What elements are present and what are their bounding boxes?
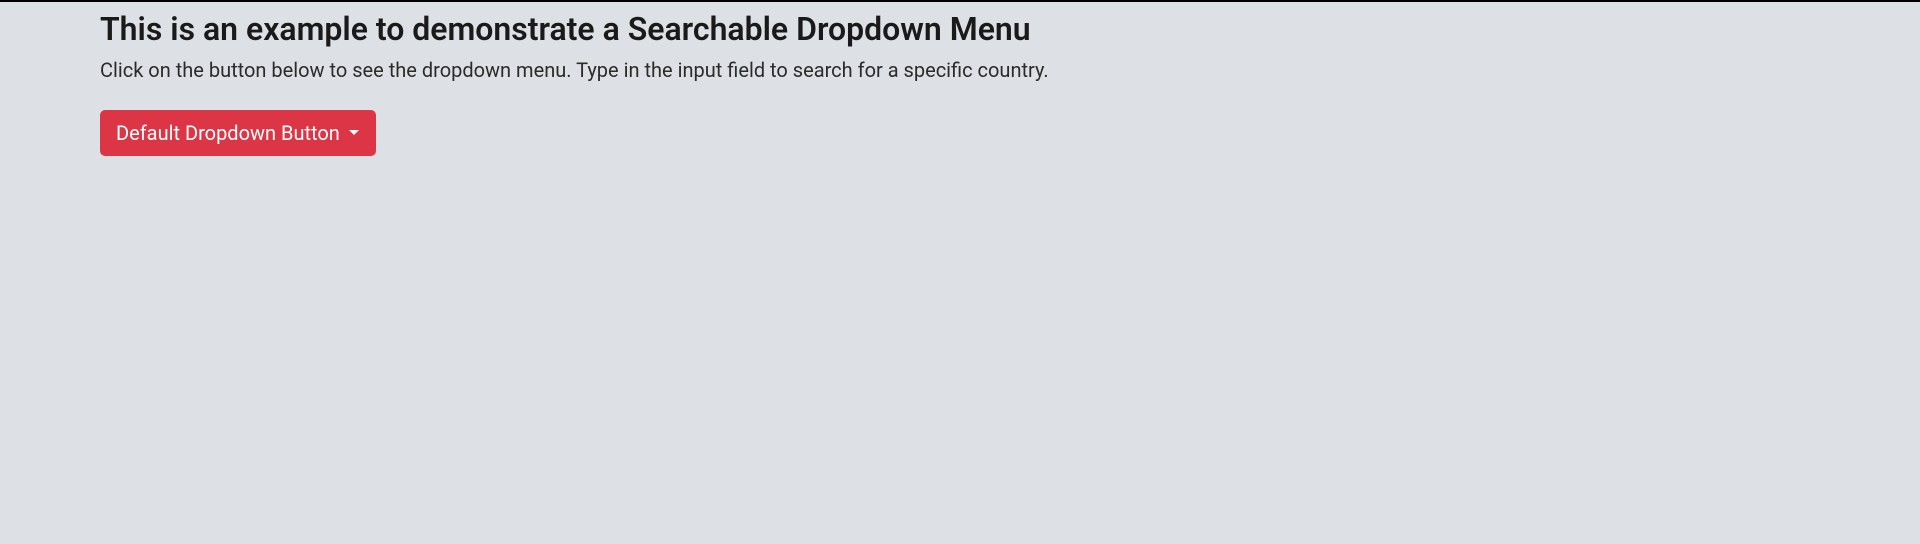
dropdown-button-label: Default Dropdown Button bbox=[116, 120, 340, 146]
caret-down-icon bbox=[348, 129, 360, 137]
page-title: This is an example to demonstrate a Sear… bbox=[100, 10, 1920, 48]
main-container: This is an example to demonstrate a Sear… bbox=[0, 2, 1920, 156]
page-description: Click on the button below to see the dro… bbox=[100, 58, 1920, 82]
dropdown-toggle-button[interactable]: Default Dropdown Button bbox=[100, 110, 376, 156]
